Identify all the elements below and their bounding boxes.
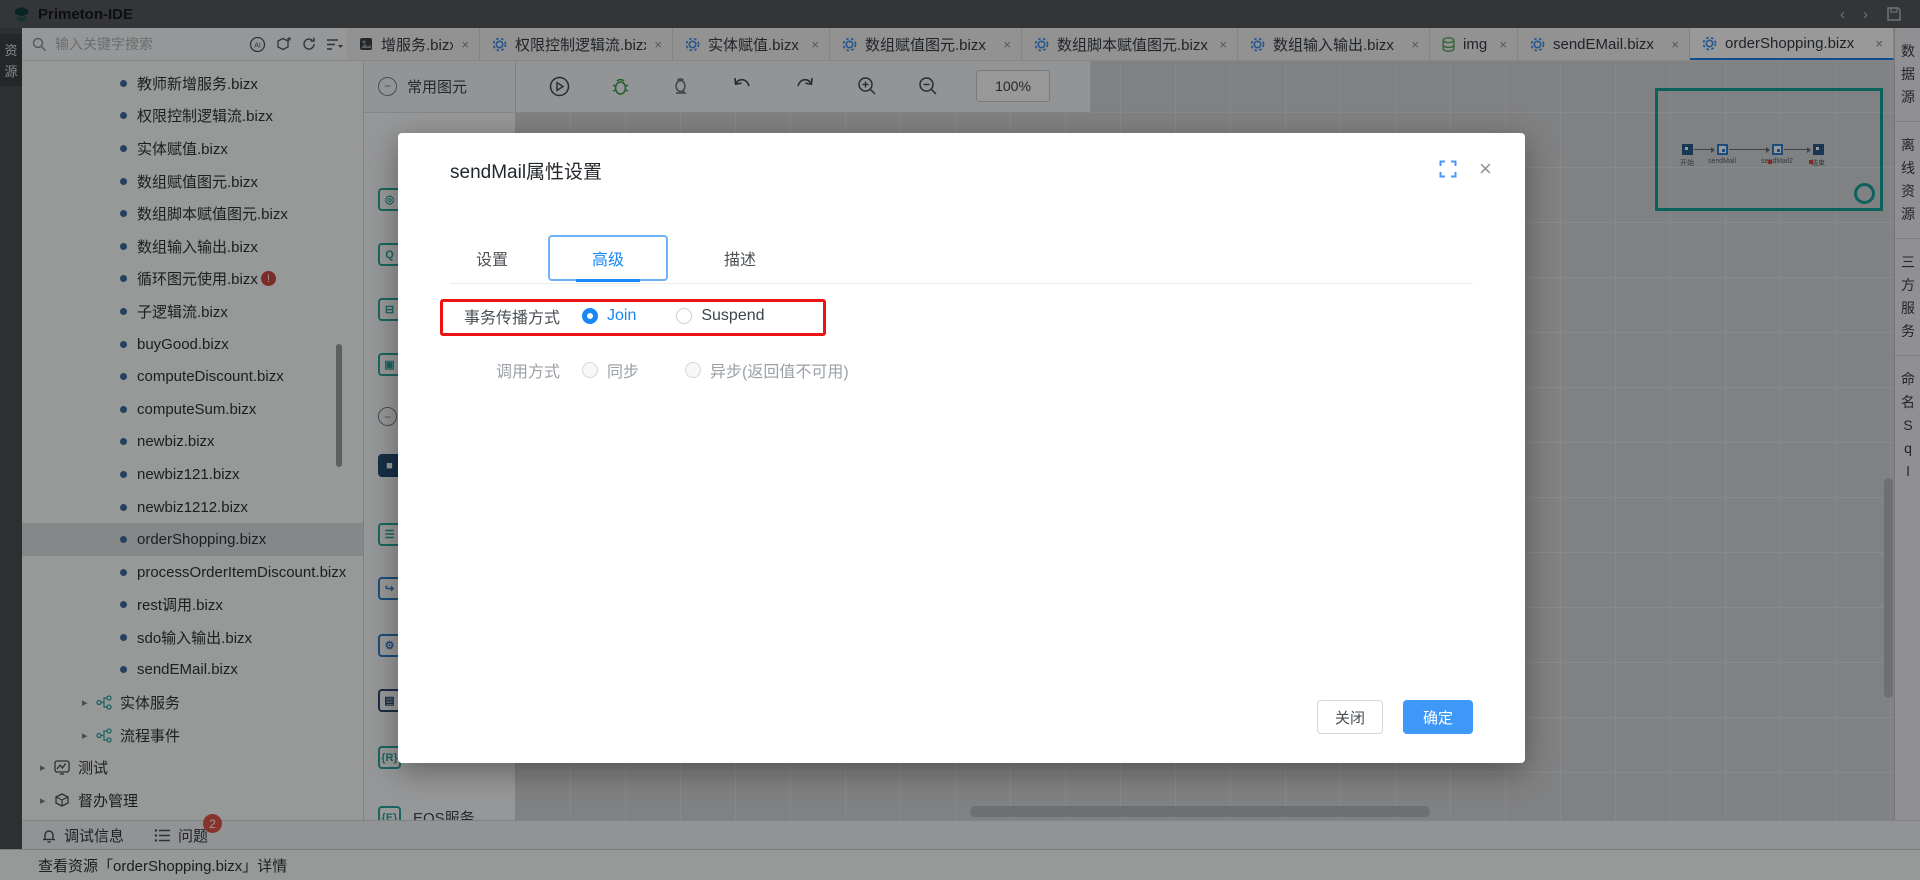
radio-join-label[interactable]: Join	[607, 307, 636, 325]
maximize-icon[interactable]	[1439, 160, 1457, 178]
transaction-propagation-row: 事务传播方式 Join Suspend	[450, 300, 765, 332]
transaction-propagation-label: 事务传播方式	[450, 304, 560, 328]
radio-suspend[interactable]	[676, 308, 692, 324]
close-icon[interactable]: ×	[1479, 158, 1492, 180]
sendmail-properties-dialog: sendMail属性设置 × 设置 高级 描述 事务传播方式 Join Susp…	[398, 133, 1525, 763]
radio-join[interactable]	[582, 308, 598, 324]
radio-sync[interactable]	[582, 362, 598, 378]
ok-button[interactable]: 确定	[1403, 700, 1473, 734]
radio-async-label[interactable]: 异步(返回值不可用)	[710, 358, 849, 382]
dialog-tabs: 设置 高级 描述	[448, 235, 800, 281]
tab-settings[interactable]: 设置	[448, 235, 536, 281]
primeton-ide-window: Primeton-IDE ‹ › 资源 输入关键字搜索 AI	[0, 0, 1920, 880]
close-button[interactable]: 关闭	[1317, 700, 1383, 734]
radio-suspend-label[interactable]: Suspend	[701, 307, 764, 325]
radio-async[interactable]	[685, 362, 701, 378]
tab-advanced[interactable]: 高级	[548, 235, 668, 281]
tab-description[interactable]: 描述	[680, 235, 800, 281]
dialog-title: sendMail属性设置	[450, 157, 602, 184]
invoke-mode-label: 调用方式	[450, 358, 560, 382]
invoke-mode-row: 调用方式 同步 异步(返回值不可用)	[450, 354, 849, 386]
radio-sync-label[interactable]: 同步	[607, 358, 639, 382]
tabs-divider	[450, 283, 1473, 284]
